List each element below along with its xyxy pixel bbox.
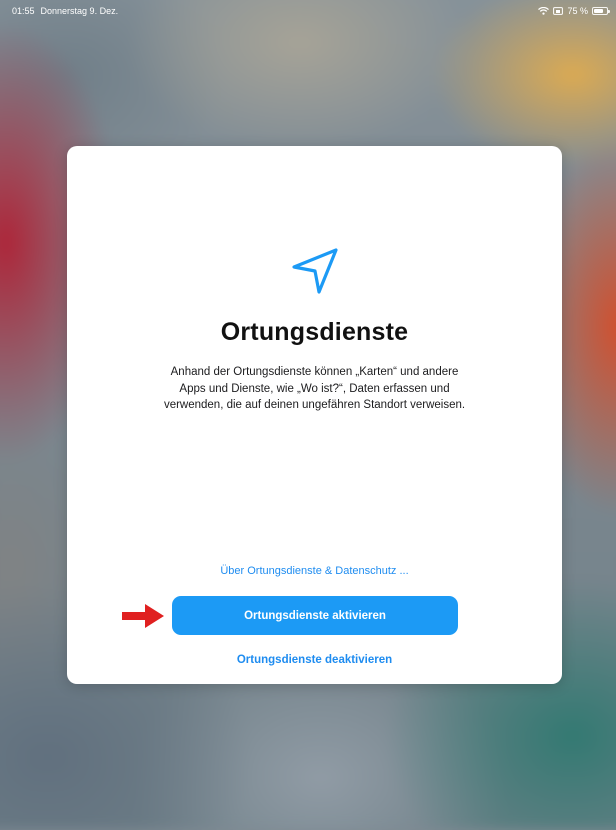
status-time: 01:55 xyxy=(12,6,35,16)
status-left: 01:55 Donnerstag 9. Dez. xyxy=(12,6,118,16)
wifi-icon xyxy=(538,7,550,15)
battery-icon xyxy=(592,7,610,15)
status-right: 75 % xyxy=(538,6,610,16)
dialog-description: Anhand der Ortungsdienste können „Karten… xyxy=(163,366,466,411)
dialog-title: Ortungsdienste xyxy=(220,318,409,346)
red-arrow-icon xyxy=(122,604,164,628)
status-bar: 01:55 Donnerstag 9. Dez. 75 % xyxy=(0,0,616,22)
orientation-lock-icon xyxy=(553,7,564,15)
status-date: Donnerstag 9. Dez. xyxy=(40,6,119,16)
disable-location-services-button[interactable]: Ortungsdienste deaktivieren xyxy=(67,654,562,666)
location-arrow-icon xyxy=(292,248,338,294)
battery-percent: 75 % xyxy=(567,6,588,16)
privacy-info-link[interactable]: Über Ortungsdienste & Datenschutz ... xyxy=(67,565,562,577)
battery-level-fill xyxy=(594,9,603,13)
enable-location-services-button[interactable]: Ortungsdienste aktivieren xyxy=(172,596,458,635)
